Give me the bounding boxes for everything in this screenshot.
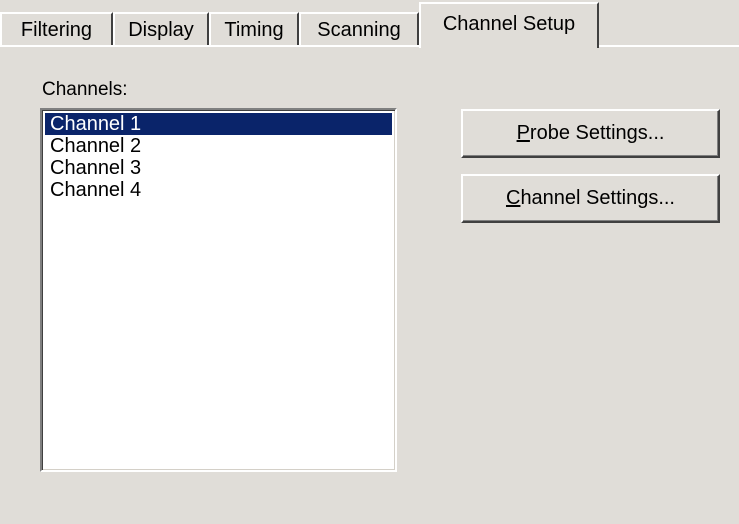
tab-baseline <box>0 45 739 47</box>
list-item-channel-2[interactable]: Channel 2 <box>45 135 392 157</box>
channel-settings-mnemonic: C <box>505 187 521 209</box>
tab-scanning[interactable]: Scanning <box>299 12 419 46</box>
tab-strip: Filtering Display Timing Scanning Channe… <box>0 0 739 48</box>
list-item-channel-3[interactable]: Channel 3 <box>45 157 392 179</box>
list-item-channel-4[interactable]: Channel 4 <box>45 179 392 201</box>
tab-channel-setup[interactable]: Channel Setup <box>419 2 599 48</box>
tab-display[interactable]: Display <box>113 12 209 46</box>
dialog-page: Filtering Display Timing Scanning Channe… <box>0 0 739 524</box>
probe-settings-label: robe Settings... <box>529 122 665 144</box>
tab-filtering[interactable]: Filtering <box>0 12 113 46</box>
list-item-channel-1[interactable]: Channel 1 <box>45 113 392 135</box>
channel-settings-label: hannel Settings... <box>520 187 675 209</box>
channel-settings-button[interactable]: Channel Settings... <box>461 174 720 223</box>
tab-timing[interactable]: Timing <box>209 12 299 46</box>
probe-settings-mnemonic: P <box>516 122 530 144</box>
channels-listbox[interactable]: Channel 1 Channel 2 Channel 3 Channel 4 <box>40 108 397 472</box>
channels-label: Channels: <box>42 79 128 100</box>
probe-settings-button[interactable]: Probe Settings... <box>461 109 720 158</box>
